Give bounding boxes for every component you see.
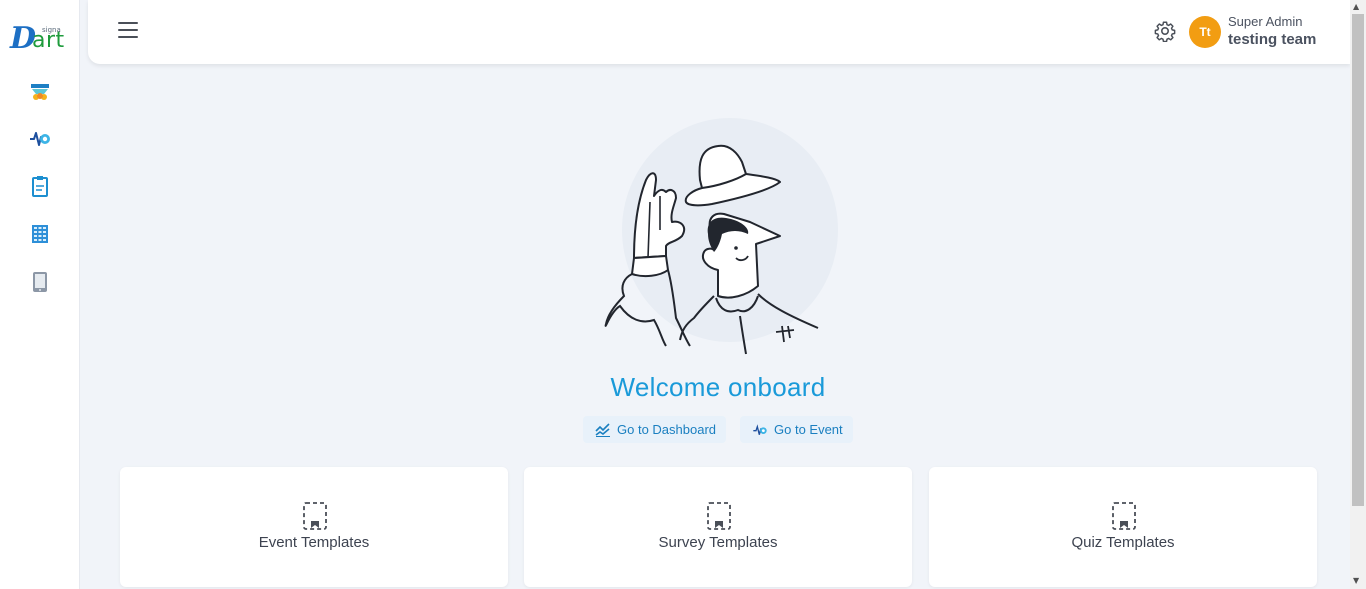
tablet-icon [33,272,47,292]
sidebar-item-events[interactable] [28,126,52,150]
building-icon [32,225,48,243]
gear-icon[interactable] [1154,20,1176,42]
welcome-illustration [604,118,838,355]
event-pulse-icon [30,132,50,146]
event-templates-label: Event Templates [258,534,370,551]
clipboard-icon [32,176,48,197]
sidebar-item-clipboard[interactable] [28,174,52,198]
go-to-event-button[interactable]: Go to Event [740,416,853,443]
sidebar: D art signa [0,0,80,589]
template-icon [1112,502,1136,530]
quiz-templates-card[interactable]: Quiz Templates [929,467,1317,587]
template-icon [303,502,327,530]
chart-icon [595,422,610,437]
go-to-dashboard-button[interactable]: Go to Dashboard [583,416,727,443]
app-logo[interactable]: D art signa [8,22,70,58]
go-to-dashboard-label: Go to Dashboard [617,422,717,437]
user-role: Super Admin [1228,14,1303,29]
menu-toggle-icon[interactable] [118,22,138,42]
welcome-heading: Welcome onboard [610,372,826,402]
template-icon [707,502,731,530]
user-team: testing team [1228,31,1317,48]
survey-templates-label: Survey Templates [658,534,778,551]
quiz-templates-label: Quiz Templates [1071,534,1175,551]
go-to-event-label: Go to Event [774,422,843,437]
sidebar-item-organization[interactable] [28,222,52,246]
templates-icon [31,84,49,100]
scroll-up-arrow-icon[interactable]: ▲ [1353,2,1359,11]
sidebar-item-devices[interactable] [28,270,52,294]
scroll-down-arrow-icon[interactable]: ▼ [1353,576,1359,585]
survey-templates-card[interactable]: Survey Templates [524,467,912,587]
scrollbar-thumb[interactable] [1352,14,1364,506]
sidebar-item-templates[interactable] [28,80,52,104]
avatar[interactable]: Tt [1189,16,1221,48]
event-templates-card[interactable]: Event Templates [120,467,508,587]
logo-subtext: signa [42,26,61,34]
top-header: Tt Super Admin testing team [88,0,1350,64]
event-pulse-icon [753,423,767,435]
